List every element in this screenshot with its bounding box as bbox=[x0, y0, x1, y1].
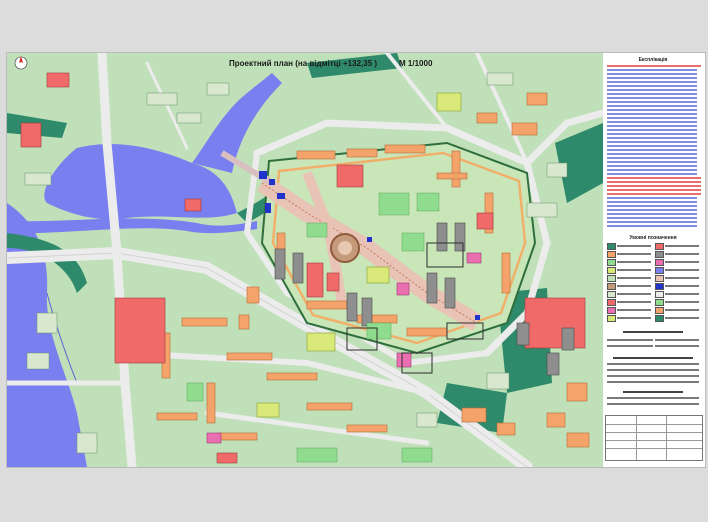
conventions-title: Умовні позначення bbox=[629, 235, 677, 241]
map-title: Проектний план (на відмітці +132,35 ) М 1… bbox=[229, 59, 432, 68]
plan-title: Проектний план (на відмітці +132,35 ) bbox=[229, 59, 378, 68]
explication-title: Експлікація bbox=[638, 57, 668, 63]
master-plan-map bbox=[7, 53, 603, 467]
plan-scale: М 1/1000 bbox=[399, 59, 433, 68]
title-block-stamp bbox=[605, 415, 703, 461]
map-sheet: Проектний план (на відмітці +132,35 ) М 1… bbox=[6, 52, 706, 468]
legend-panel: Експлікація Умовні позначення bbox=[603, 55, 703, 463]
